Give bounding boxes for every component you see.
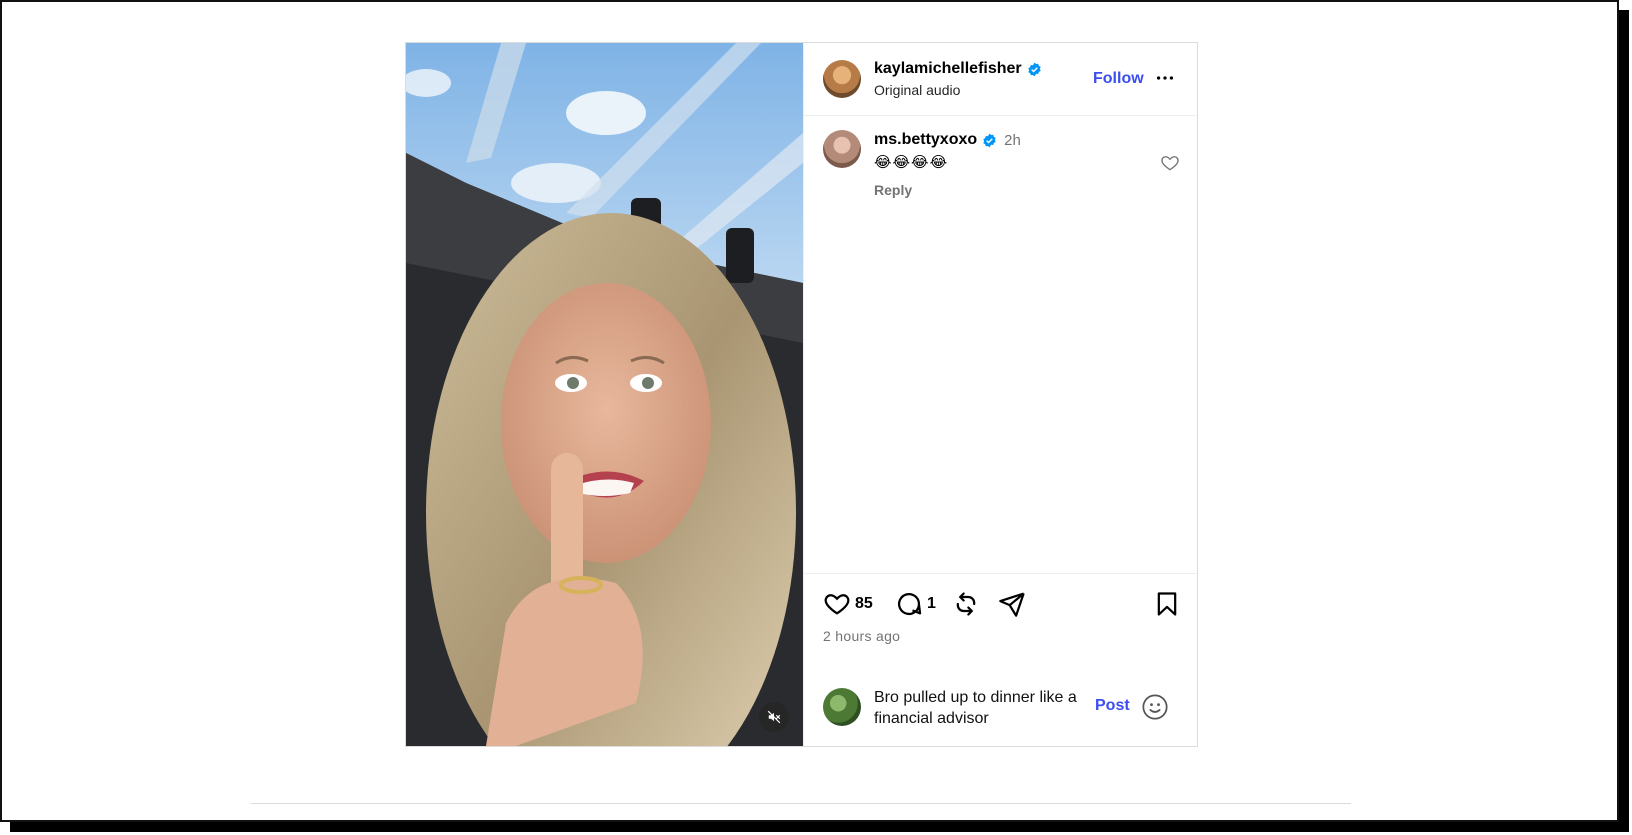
save-button[interactable] — [1153, 590, 1181, 618]
author-username[interactable]: kaylamichellefisher — [874, 60, 1022, 78]
heart-icon — [824, 594, 850, 615]
comment-button[interactable]: 1 — [895, 590, 936, 618]
like-count: 85 — [855, 595, 873, 612]
share-icon — [999, 592, 1025, 617]
emoji-icon[interactable] — [1141, 693, 1169, 721]
post-header: kaylamichellefisher Original audio Follo… — [804, 43, 1197, 116]
bookmark-icon — [1157, 592, 1177, 616]
reel-video[interactable] — [406, 43, 803, 746]
post-side-panel: kaylamichellefisher Original audio Follo… — [803, 43, 1197, 746]
author-name-row: kaylamichellefisher — [874, 60, 1042, 78]
comment-time: 2h — [1004, 131, 1021, 149]
comment-composer: Bro pulled up to dinner like a financial… — [804, 663, 1197, 746]
post-actions: 85 1 2 hours ago — [804, 573, 1197, 663]
commenter-avatar[interactable] — [823, 130, 861, 168]
comment-text: 😂😂😂😂 — [874, 154, 949, 171]
mute-button[interactable] — [759, 702, 789, 732]
video-frame-illustration — [406, 43, 803, 746]
post-comment-button[interactable]: Post — [1095, 697, 1130, 715]
verified-icon — [983, 133, 996, 147]
comment-item: ms.bettyxoxo 2h 😂😂😂😂 Reply — [804, 116, 1197, 216]
current-user-avatar — [823, 688, 861, 726]
mute-icon — [767, 710, 781, 724]
follow-button[interactable]: Follow — [1093, 70, 1144, 88]
audio-label[interactable]: Original audio — [874, 82, 960, 98]
repost-icon — [956, 592, 976, 616]
reply-button[interactable]: Reply — [874, 182, 912, 198]
comment-count: 1 — [927, 595, 936, 612]
like-button[interactable]: 85 — [823, 590, 873, 618]
post-timestamp[interactable]: 2 hours ago — [823, 628, 900, 644]
footer-divider — [251, 803, 1351, 804]
post-modal: kaylamichellefisher Original audio Follo… — [405, 42, 1198, 747]
repost-button[interactable] — [952, 590, 980, 618]
author-avatar[interactable] — [823, 60, 861, 98]
comment-input[interactable]: Bro pulled up to dinner like a financial… — [874, 687, 1084, 729]
comment-header: ms.bettyxoxo 2h — [874, 131, 1021, 149]
comment-heart-icon[interactable] — [1160, 153, 1180, 173]
verified-icon — [1027, 62, 1041, 76]
share-button[interactable] — [998, 590, 1026, 618]
more-icon[interactable] — [1154, 67, 1176, 89]
browser-window: kaylamichellefisher Original audio Follo… — [0, 0, 1619, 822]
comment-icon — [898, 593, 922, 616]
commenter-username[interactable]: ms.bettyxoxo — [874, 131, 977, 149]
